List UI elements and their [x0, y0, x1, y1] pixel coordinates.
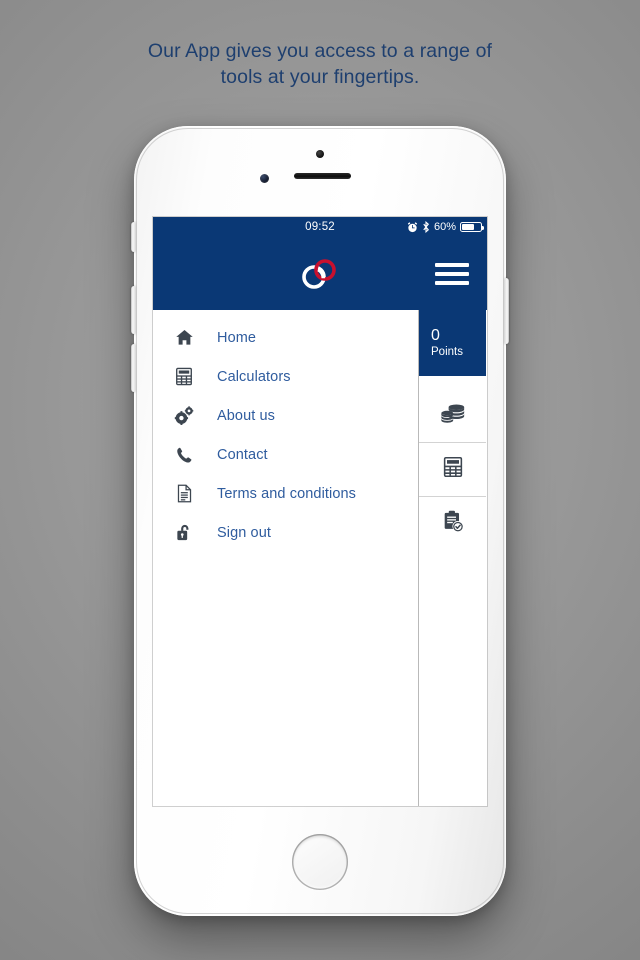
coins-stack-icon [440, 402, 466, 429]
menu-label-sign-out: Sign out [217, 524, 272, 541]
home-icon [173, 327, 195, 349]
battery-percent-label: 60% [433, 221, 456, 233]
menu-label-about-us: About us [217, 407, 276, 424]
page-caption: Our App gives you access to a range of t… [0, 38, 640, 90]
menu-item-calculators[interactable]: Calculators [153, 357, 418, 396]
points-label: Points [431, 346, 463, 358]
silent-switch[interactable] [131, 222, 135, 252]
power-button[interactable] [505, 278, 509, 344]
rail-item-calculator[interactable] [419, 443, 486, 496]
points-badge[interactable]: 0 Points [419, 310, 486, 376]
menu-label-calculators: Calculators [217, 368, 291, 385]
interlocking-rings-logo[interactable] [296, 257, 344, 291]
menu-label-home: Home [217, 329, 257, 346]
volume-up-button[interactable] [131, 286, 135, 334]
status-bar: 09:52 60% [153, 217, 487, 237]
volume-down-button[interactable] [131, 344, 135, 392]
battery-icon [460, 222, 484, 232]
menu-item-about-us[interactable]: About us [153, 396, 418, 435]
gears-icon [173, 405, 195, 427]
menu-item-contact[interactable]: Contact [153, 435, 418, 474]
unlocked-padlock-icon [173, 522, 195, 544]
calculator-icon [173, 366, 195, 388]
navigation-drawer: Home Calculators About us Contact Terms … [153, 310, 419, 806]
rail-item-clipboard[interactable] [419, 497, 486, 550]
hamburger-bar-2 [435, 271, 469, 276]
right-rail: 0 Points [419, 310, 486, 806]
rail-item-coins[interactable] [419, 389, 486, 442]
front-camera [316, 150, 324, 158]
document-icon [173, 483, 195, 505]
phone-icon [173, 444, 195, 466]
points-value: 0 [431, 327, 440, 344]
status-indicators: 60% [407, 221, 484, 233]
phone-screen: 09:52 60% Home Calculators About us Cont… [153, 217, 487, 806]
clipboard-check-icon [442, 510, 464, 538]
home-button[interactable] [292, 834, 348, 890]
caption-line-2: tools at your fingertips. [220, 66, 420, 88]
alarm-icon [407, 221, 418, 232]
app-bar [153, 237, 487, 310]
app-body: Home Calculators About us Contact Terms … [153, 310, 487, 806]
menu-item-home[interactable]: Home [153, 318, 418, 357]
battery-fill [462, 224, 474, 230]
hamburger-bar-3 [435, 280, 469, 285]
calculator-icon [443, 456, 463, 483]
menu-item-terms-and-conditions[interactable]: Terms and conditions [153, 474, 418, 513]
proximity-sensor [260, 174, 269, 183]
hamburger-bar-1 [435, 262, 469, 267]
caption-line-1: Our App gives you access to a range of [147, 40, 493, 62]
hamburger-menu-button[interactable] [435, 262, 469, 285]
menu-label-terms-and-conditions: Terms and conditions [217, 485, 357, 502]
bluetooth-icon [423, 221, 429, 233]
menu-label-contact: Contact [217, 446, 268, 463]
menu-item-sign-out[interactable]: Sign out [153, 513, 418, 552]
phone-device: 09:52 60% Home Calculators About us Cont… [131, 126, 509, 916]
earpiece-speaker [294, 173, 351, 179]
